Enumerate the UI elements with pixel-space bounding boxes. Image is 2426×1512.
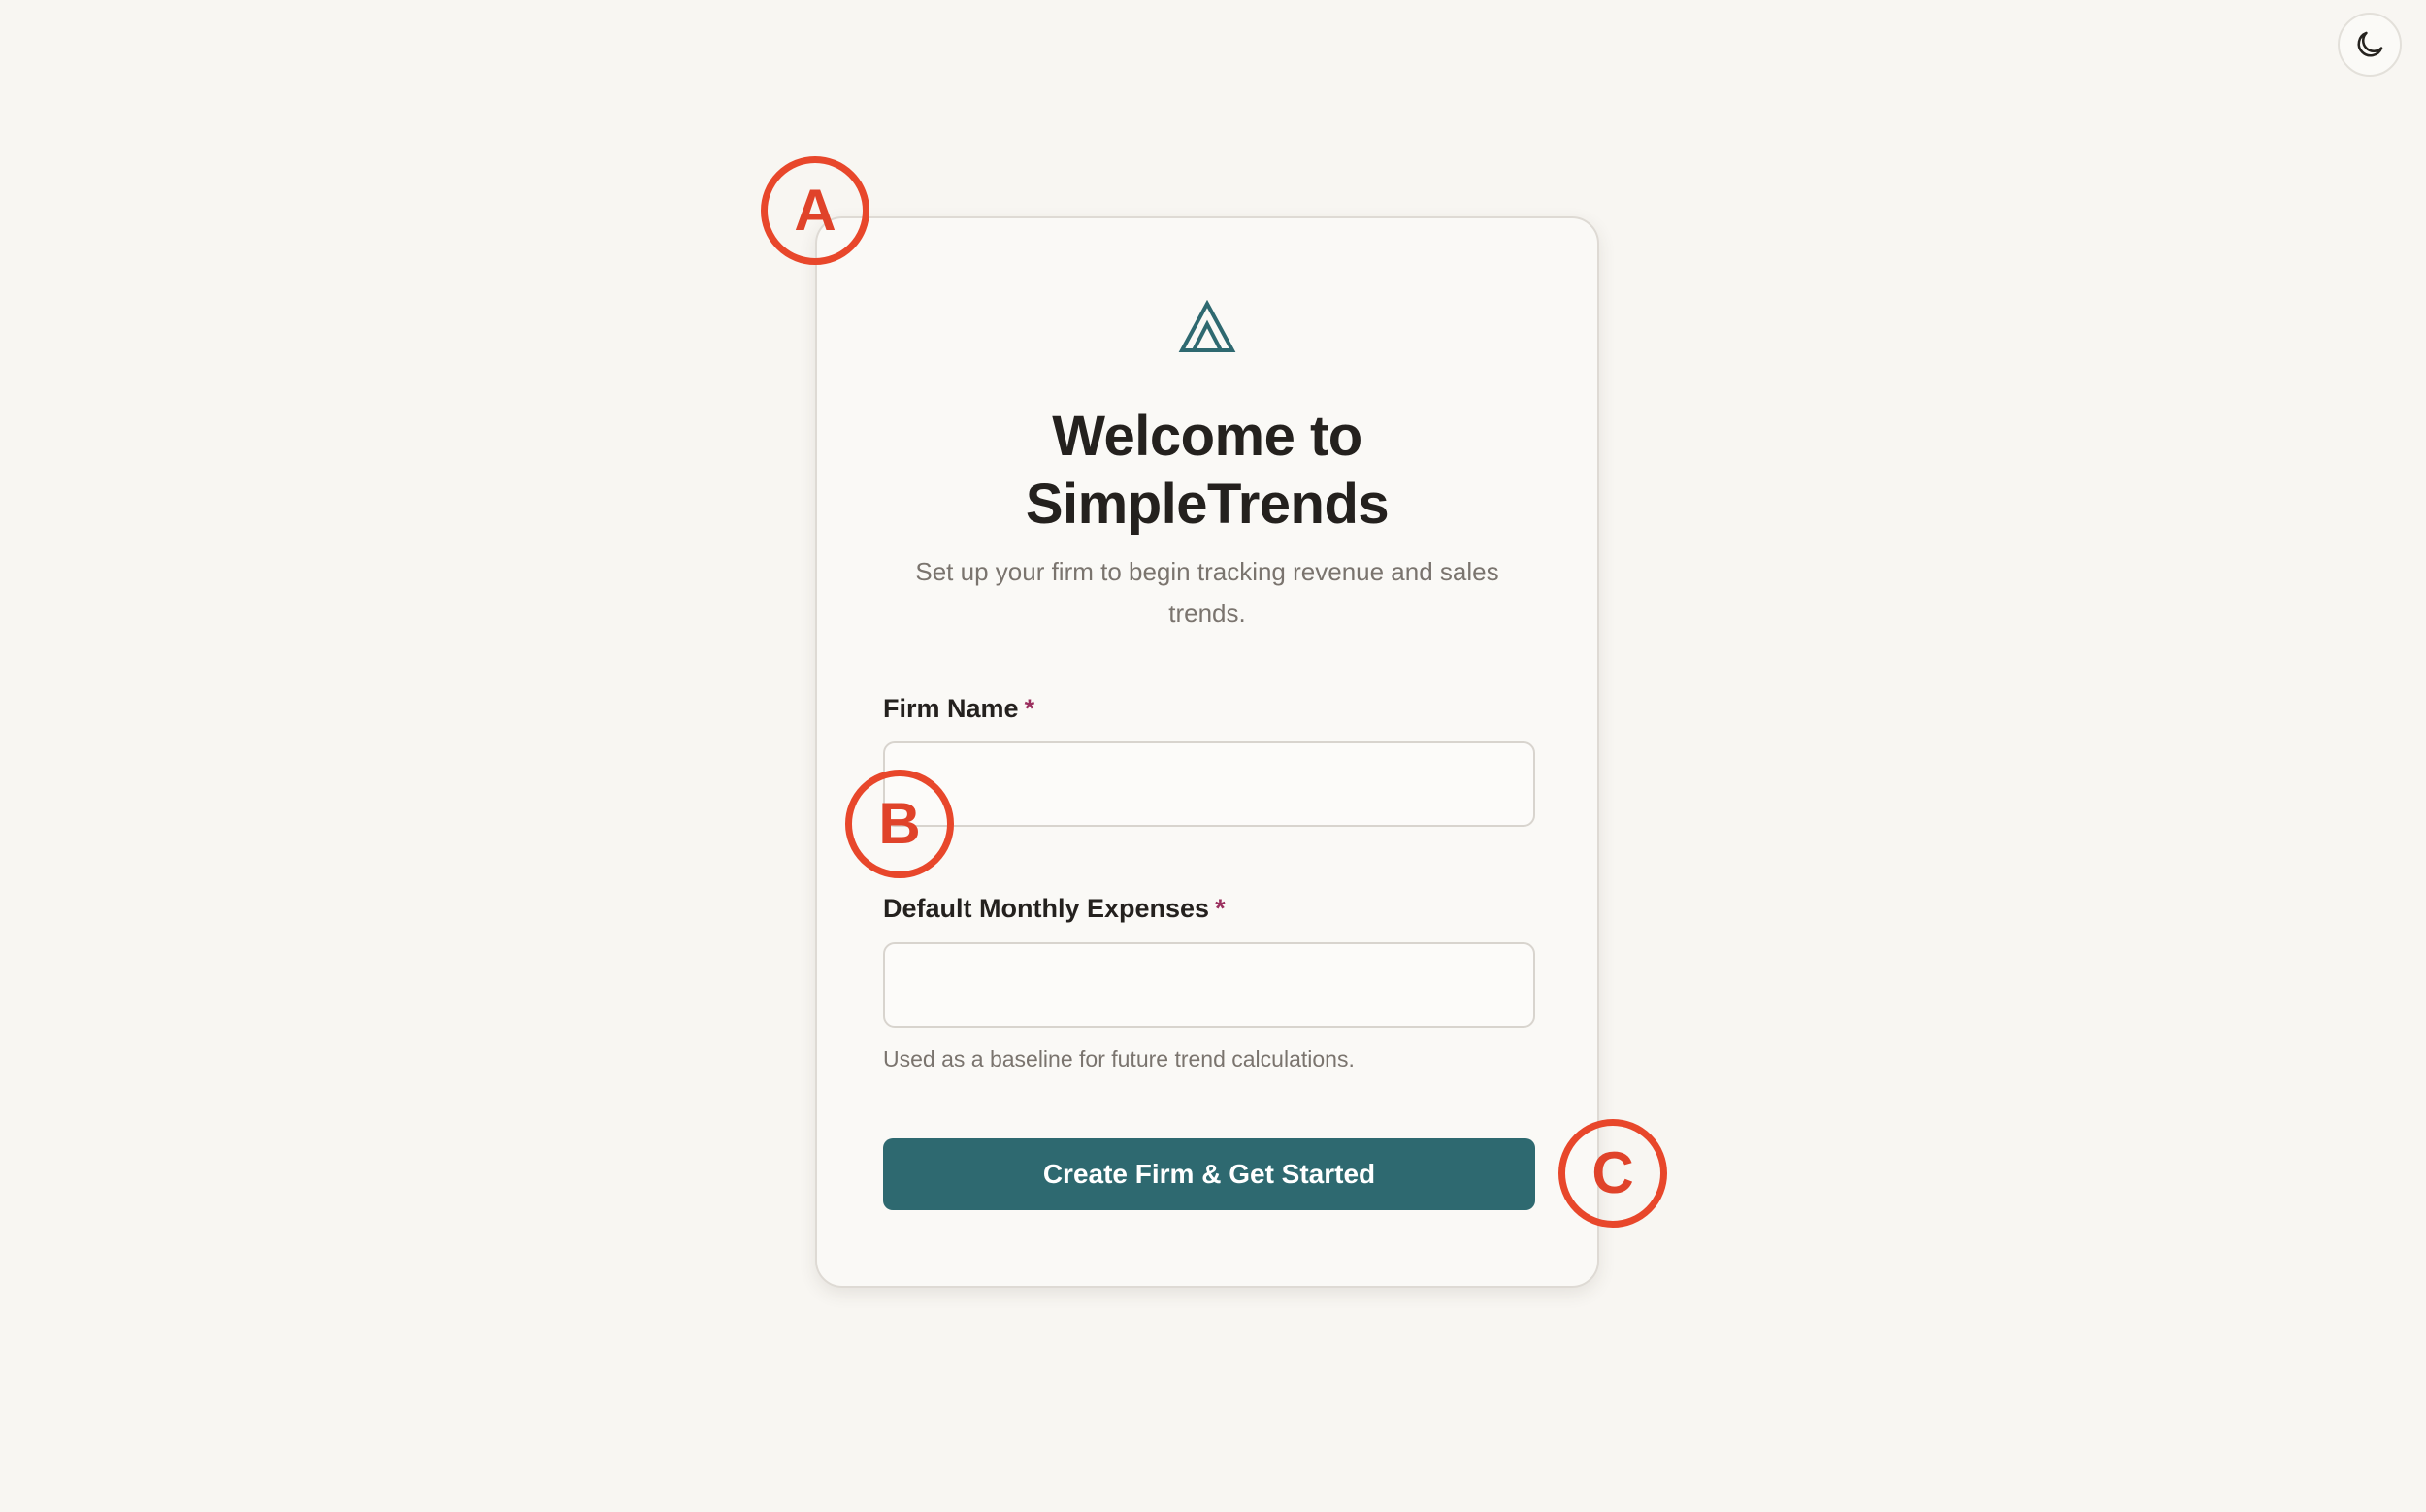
monthly-expenses-help-text: Used as a baseline for future trend calc…	[883, 1046, 1355, 1071]
create-firm-button[interactable]: Create Firm & Get Started	[883, 1138, 1535, 1210]
monthly-expenses-input[interactable]	[883, 942, 1535, 1028]
page-title: Welcome to SimpleTrends	[817, 403, 1597, 539]
required-marker: *	[1215, 894, 1226, 923]
title-line-1: Welcome to	[1052, 405, 1362, 468]
annotation-marker-c: C	[1558, 1119, 1667, 1228]
firm-name-input[interactable]	[883, 741, 1535, 827]
theme-toggle-button[interactable]	[2338, 13, 2402, 77]
monthly-expenses-label-text: Default Monthly Expenses	[883, 894, 1210, 923]
required-marker: *	[1024, 694, 1035, 723]
title-line-2: SimpleTrends	[1025, 473, 1390, 536]
page-subtitle: Set up your firm to begin tracking reven…	[915, 557, 1499, 628]
monthly-expenses-label: Default Monthly Expenses *	[883, 892, 1226, 925]
moon-icon	[2357, 31, 2383, 57]
annotation-marker-b: B	[845, 770, 954, 878]
setup-card: Welcome to SimpleTrends Set up your firm…	[815, 216, 1599, 1288]
annotation-marker-a: A	[761, 156, 869, 265]
triangle-logo-icon	[1178, 300, 1236, 352]
firm-name-label-text: Firm Name	[883, 694, 1019, 723]
firm-name-label: Firm Name *	[883, 692, 1034, 725]
